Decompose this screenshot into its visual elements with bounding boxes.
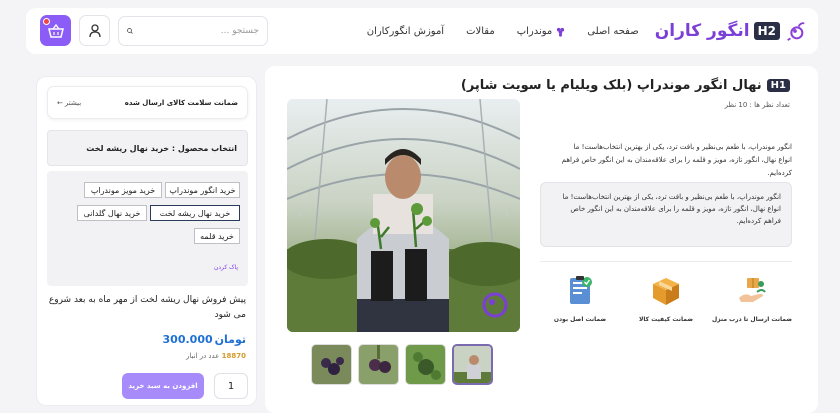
feature-authentic-label: ضمانت اصل بودن [553, 316, 607, 323]
product-select-header: انتخاب محصول : خرید نهال ریشه لخت [47, 130, 248, 166]
option-bare-root[interactable]: خرید نهال ریشه لخت [150, 205, 240, 221]
feature-delivery-label: ضمانت ارسال تا درب منزل [711, 316, 793, 323]
user-icon [88, 23, 101, 37]
gallery-prev-arrow[interactable]: ‹ [293, 204, 307, 224]
arrow-left-icon: ← [57, 98, 63, 107]
guarantee-more-label: بیشتر [64, 98, 82, 107]
product-title-row: H1 نهال انگور موندراپ (بلک ویلیام یا سوی… [461, 78, 790, 93]
purchase-panel: ضمانت سلامت کالای ارسال شده بیشتر ← انتخ… [36, 76, 257, 406]
product-select-label: انتخاب محصول : خرید نهال ریشه لخت [86, 143, 237, 153]
product-photo [287, 99, 520, 332]
guarantee-title: ضمانت سلامت کالای ارسال شده [124, 98, 238, 107]
product-title: نهال انگور موندراپ (بلک ویلیام یا سویت ش… [460, 78, 762, 93]
search-box [118, 15, 268, 46]
logo-text: انگور کاران [654, 21, 750, 41]
main-nav: صفحه اصلی موندراپ مقالات آموزش انگورکارا… [367, 26, 639, 37]
site-header: H2 انگور کاران صفحه اصلی موندراپ مقالات … [26, 8, 818, 54]
clear-selection-link[interactable]: پاک کردن [214, 264, 238, 271]
stock-count: 18870 [221, 352, 246, 360]
certificate-icon [570, 276, 592, 304]
option-raisin[interactable]: خرید مویز موندراپ [84, 182, 162, 198]
site-logo[interactable]: H2 انگور کاران [655, 20, 806, 42]
nav-moondrop-label: موندراپ [516, 25, 553, 37]
search-input[interactable] [139, 25, 259, 36]
presale-note: پیش فروش نهال ریشه لخت از مهر ماه به بعد… [48, 295, 246, 320]
box-icon [653, 278, 679, 305]
guarantee-more-link[interactable]: بیشتر ← [57, 99, 81, 107]
option-potted[interactable]: خرید نهال گلدانی [77, 205, 147, 221]
option-cutting[interactable]: خرید قلمه [194, 228, 240, 244]
review-count[interactable]: تعداد نظر ها : 10 نظر [725, 101, 790, 109]
feature-quality: ضمانت کیفیت کالا [626, 274, 706, 323]
guarantee-features: ضمانت ارسال تا درب منزل ضمانت کیفیت کالا [540, 274, 792, 323]
price-unit: تومان [214, 333, 246, 346]
divider [540, 261, 792, 262]
nav-moondrop[interactable]: موندراپ [517, 26, 566, 37]
nav-home[interactable]: صفحه اصلی [587, 26, 638, 37]
price-value: 300.000 [162, 333, 213, 346]
variant-options: خرید انگور موندراپ خرید مویز موندراپ خری… [47, 171, 248, 286]
feature-delivery: ضمانت ارسال تا درب منزل [712, 274, 792, 323]
add-to-cart-button[interactable]: افزودن به سبد خرید [122, 373, 204, 399]
product-page: H2 انگور کاران صفحه اصلی موندراپ مقالات … [0, 0, 840, 413]
header-actions [40, 15, 268, 46]
feature-quality-label: ضمانت کیفیت کالا [638, 316, 694, 323]
thumbnail-2[interactable] [358, 344, 399, 385]
quantity-input[interactable]: 1 [214, 373, 248, 399]
nav-training[interactable]: آموزش انگورکاران [367, 26, 444, 37]
cart-button[interactable] [40, 15, 71, 46]
product-image[interactable]: › ‹ [287, 99, 520, 332]
product-description: انگور موندراپ، با طعم بی‌نظیر و بافت ترد… [561, 143, 792, 177]
basket-icon [47, 23, 64, 38]
price: تومان 300.000 [163, 333, 246, 346]
thumbnail-1[interactable] [311, 344, 352, 385]
user-button[interactable] [79, 15, 110, 46]
stock-info: 18870 عدد در انبار [186, 352, 246, 360]
delivery-icon [739, 278, 766, 302]
description-box: انگور موندراپ، با طعم بی‌نظیر و بافت ترد… [540, 182, 792, 247]
grape-logo-icon [787, 22, 805, 41]
product-main: H1 نهال انگور موندراپ (بلک ویلیام یا سوی… [265, 66, 818, 413]
h1-tag: H1 [766, 79, 790, 92]
gallery-next-arrow[interactable]: › [500, 204, 514, 224]
guarantee-card[interactable]: ضمانت سلامت کالای ارسال شده بیشتر ← [47, 86, 248, 119]
nav-articles[interactable]: مقالات [466, 26, 495, 37]
search-icon[interactable] [127, 25, 133, 37]
logo-h2-tag: H2 [753, 22, 780, 40]
grape-icon [557, 27, 565, 37]
thumbnail-4-active[interactable] [452, 344, 493, 385]
stock-text: عدد در انبار [185, 352, 220, 360]
cart-badge-dot [43, 18, 50, 25]
gallery-thumbnails [311, 344, 493, 385]
feature-authentic: ضمانت اصل بودن [540, 274, 620, 323]
option-grape[interactable]: خرید انگور موندراپ [165, 182, 240, 198]
thumbnail-3[interactable] [405, 344, 446, 385]
